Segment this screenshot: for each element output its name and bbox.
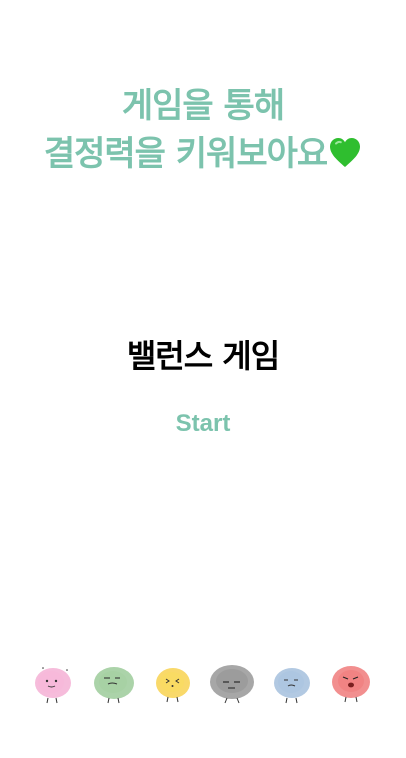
- home-screen: 게임을 통해 결정력을 키워보아요 밸런스 게임 Start: [0, 0, 406, 758]
- headline-line-2-text: 결정력을 키워보아요: [43, 134, 328, 174]
- yellow-fluff-character-icon: [149, 658, 197, 708]
- gray-fluff-character-icon: [208, 658, 256, 708]
- headline: 게임을 통해 결정력을 키워보아요: [0, 82, 406, 178]
- character-row: [0, 658, 406, 714]
- pink-fluff-character-icon: [29, 658, 77, 708]
- game-title: 밸런스 게임: [126, 337, 280, 375]
- blue-fluff-character-icon: [268, 658, 316, 708]
- green-fluff-character-icon: [89, 658, 137, 708]
- red-fluff-character-icon: [327, 658, 375, 708]
- start-button[interactable]: Start: [153, 403, 253, 445]
- green-heart-icon: [330, 138, 361, 167]
- headline-line-2: 결정력을 키워보아요: [0, 130, 406, 178]
- headline-line-1: 게임을 통해: [121, 86, 285, 126]
